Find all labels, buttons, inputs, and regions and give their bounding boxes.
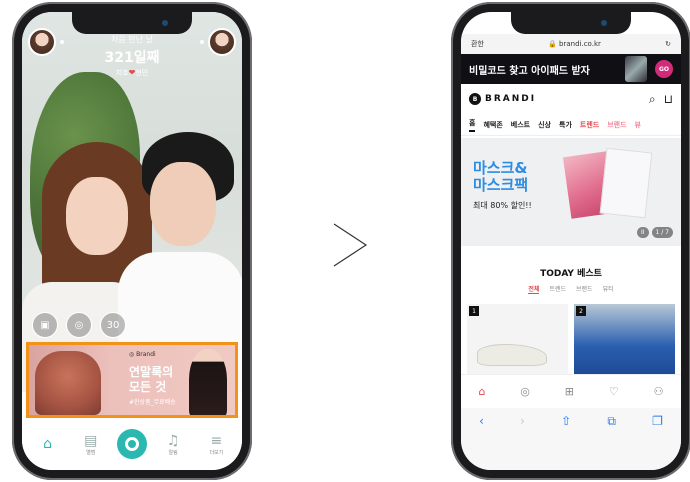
brandi-logo-icon[interactable]: B: [469, 93, 481, 105]
subtab-beauty[interactable]: 뷰티: [603, 284, 614, 294]
tabs-icon[interactable]: ❐: [652, 414, 663, 428]
home-icon[interactable]: ⌂: [478, 385, 485, 398]
explore-icon[interactable]: ◎: [520, 385, 530, 398]
home-icon: ⌂: [43, 436, 53, 452]
subtab-brand[interactable]: 브랜드: [576, 284, 593, 294]
tab-more[interactable]: ≡ 더보기: [199, 433, 233, 456]
product-card[interactable]: 2: [574, 304, 675, 374]
app-tab-bar: ⌂ ◎ ⊞ ♡ ⚇: [461, 374, 681, 408]
reader-label[interactable]: 환한: [471, 39, 484, 49]
center-button-icon: [124, 437, 139, 451]
go-button[interactable]: GO: [655, 60, 673, 78]
hero-pager: II 1 / 7: [636, 227, 673, 238]
day-counter: 처음 만난 날 321일째 지호❤현민: [22, 34, 242, 78]
counter-caption: 처음 만난 날: [111, 35, 153, 44]
category-nav: 홈 혜택존 베스트 신상 특가 트렌드 브랜드 뷰: [461, 114, 681, 136]
counter-names: 지호❤현민: [22, 68, 242, 78]
name-two: 현민: [135, 69, 149, 77]
back-icon[interactable]: ‹: [479, 414, 484, 428]
hero-subtitle: 최대 80% 할인!!: [473, 201, 532, 210]
mask-box-image: [599, 147, 653, 219]
ad-tag: #한상품_무료배송: [129, 399, 176, 406]
album-icon: ▤: [84, 432, 98, 449]
product-card[interactable]: 1: [467, 304, 568, 374]
notch: [511, 12, 631, 34]
category-icon[interactable]: ⊞: [565, 385, 574, 398]
bell-icon: ♫: [166, 432, 180, 449]
notch: [72, 12, 192, 34]
category-brand[interactable]: 브랜드: [607, 120, 626, 130]
url-text[interactable]: 🔒 brandi.co.kr: [548, 40, 601, 48]
tab-notifications[interactable]: ♫ 알림: [156, 433, 190, 456]
category-special[interactable]: 특가: [559, 120, 572, 130]
calendar-icon[interactable]: 30: [100, 312, 126, 338]
rings-icon[interactable]: ◎: [66, 312, 92, 338]
hero-title: 마스크& 마스크팩: [473, 159, 529, 194]
category-new[interactable]: 신상: [538, 120, 551, 130]
category-beauty[interactable]: 뷰: [635, 120, 641, 130]
ad-title-line2: 모든 것: [129, 380, 167, 394]
browser-url-bar[interactable]: 환한 🔒 brandi.co.kr ↻: [461, 34, 681, 54]
promo-banner[interactable]: 비밀코드 찾고 아이패드 받자 GO: [461, 54, 681, 84]
category-best[interactable]: 베스트: [511, 120, 530, 130]
tab-home[interactable]: ⌂: [31, 436, 65, 452]
best-subtabs: 전체 트렌드 브랜드 뷰티: [461, 284, 681, 294]
subtab-all[interactable]: 전체: [528, 284, 540, 294]
share-icon[interactable]: ⇧: [561, 414, 571, 428]
menu-icon: ≡: [210, 432, 223, 449]
left-phone-screen: 처음 만난 날 321일째 지호❤현민 ▣ ◎ 30 ◎ Brandi 연말룩의…: [22, 12, 242, 470]
left-phone-frame: 처음 만난 날 321일째 지호❤현민 ▣ ◎ 30 ◎ Brandi 연말룩의…: [12, 2, 252, 480]
right-phone-frame: 환한 🔒 brandi.co.kr ↻ 비밀코드 찾고 아이패드 받자 GO B…: [451, 2, 690, 480]
ipad-image: [625, 56, 647, 82]
pause-icon[interactable]: II: [636, 227, 649, 238]
right-phone-screen: 환한 🔒 brandi.co.kr ↻ 비밀코드 찾고 아이패드 받자 GO B…: [461, 12, 681, 470]
tab-label: 더보기: [209, 449, 224, 456]
section-title: TODAY 베스트: [540, 269, 602, 279]
safari-toolbar: ‹ › ⇧ ⧉ ❐: [461, 408, 681, 470]
brandi-logo[interactable]: BRANDI: [485, 94, 641, 104]
forward-icon[interactable]: ›: [520, 414, 525, 428]
tab-label: 앨범: [86, 449, 96, 456]
subtab-trend[interactable]: 트렌드: [549, 284, 566, 294]
photo-edit-icon[interactable]: ▣: [32, 312, 58, 338]
sneaker-image: [477, 344, 547, 366]
profile-icon[interactable]: ⚇: [654, 385, 664, 398]
category-home[interactable]: 홈: [469, 118, 476, 132]
name-one: 지호: [115, 69, 129, 77]
rank-badge: 2: [576, 306, 586, 316]
tab-label: 알림: [168, 449, 178, 456]
comparison-stage: 처음 만난 날 321일째 지호❤현민 ▣ ◎ 30 ◎ Brandi 연말룩의…: [0, 0, 690, 482]
search-icon[interactable]: ⌕: [649, 92, 656, 107]
category-benefits[interactable]: 혜택존: [483, 120, 502, 130]
center-action-button[interactable]: [116, 429, 147, 459]
ad-jacket-image: [35, 351, 101, 415]
promo-text: 비밀코드 찾고 아이패드 받자: [469, 65, 590, 77]
tab-album[interactable]: ▤ 앨범: [74, 433, 108, 456]
brandi-ad-banner[interactable]: ◎ Brandi 연말룩의 모든 것 #한상품_무료배송: [26, 342, 238, 418]
rank-badge: 1: [469, 306, 479, 316]
category-trend[interactable]: 트렌드: [580, 120, 599, 130]
reload-icon[interactable]: ↻: [665, 40, 671, 48]
cart-icon[interactable]: ⊔: [664, 92, 673, 106]
bookmarks-icon[interactable]: ⧉: [607, 414, 616, 429]
bottom-tab-bar: ⌂ ▤ 앨범 ♫ 알림 ≡ 더보기: [22, 418, 242, 470]
ad-brand: ◎ Brandi: [129, 351, 156, 358]
tool-icons: ▣ ◎ 30: [32, 312, 126, 338]
page-indicator: 1 / 7: [651, 227, 673, 238]
product-list: 1 2: [467, 304, 675, 374]
ad-dress-image: [189, 349, 227, 415]
chevron-right-icon: [333, 223, 368, 267]
hero-banner[interactable]: 마스크& 마스크팩 최대 80% 할인!! II 1 / 7: [461, 138, 681, 246]
counter-days: 321일째: [104, 50, 160, 66]
heart-icon[interactable]: ♡: [609, 385, 619, 398]
site-header: B BRANDI ⌕ ⊔: [461, 84, 681, 114]
